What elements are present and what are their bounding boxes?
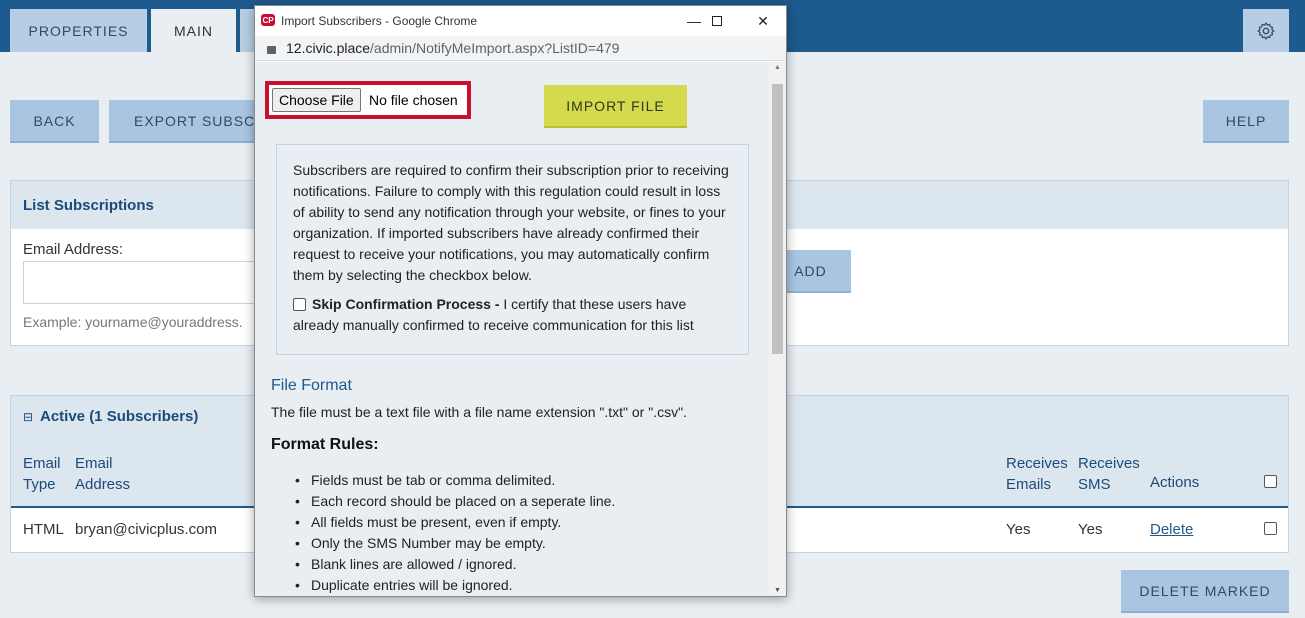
header-email-type: Email Type bbox=[23, 455, 61, 493]
popup-scrollbar[interactable]: ▲ ▼ bbox=[769, 62, 786, 596]
settings-button[interactable] bbox=[1243, 9, 1289, 52]
email-example: Example: yourname@youraddress. bbox=[23, 314, 243, 330]
scroll-down-icon[interactable]: ▼ bbox=[769, 587, 786, 594]
active-title: Active (1 Subscribers) bbox=[40, 408, 199, 425]
list-item: Fields must be tab or comma delimited. bbox=[295, 470, 615, 491]
row-email-type: HTML bbox=[23, 521, 64, 538]
import-subscribers-window: CP Import Subscribers - Google Chrome — … bbox=[254, 5, 787, 597]
url-path: /admin/NotifyMeImport.aspx?ListID=479 bbox=[370, 40, 620, 56]
format-rules-title: Format Rules: bbox=[271, 436, 379, 453]
back-button[interactable]: BACK bbox=[10, 100, 99, 143]
close-button[interactable]: ✕ bbox=[740, 6, 786, 36]
maximize-icon bbox=[712, 16, 722, 26]
header-receives-sms: Receives SMS bbox=[1078, 455, 1140, 493]
lock-icon bbox=[267, 46, 276, 54]
row-email-address: bryan@civicplus.com bbox=[75, 521, 217, 538]
civicplus-logo-icon: CP bbox=[261, 14, 275, 26]
list-item: Blank lines are allowed / ignored. bbox=[295, 554, 615, 575]
help-button[interactable]: HELP bbox=[1203, 100, 1289, 143]
choose-file-button[interactable]: Choose File bbox=[272, 88, 361, 112]
export-subscribers-button[interactable]: EXPORT SUBSCR bbox=[109, 100, 259, 143]
tab-main[interactable]: MAIN bbox=[151, 9, 236, 52]
delete-link[interactable]: Delete bbox=[1150, 521, 1193, 538]
collapse-icon[interactable]: ⊟ bbox=[23, 410, 33, 424]
window-titlebar: CP Import Subscribers - Google Chrome — … bbox=[255, 6, 786, 36]
header-receives-emails: Receives Emails bbox=[1006, 455, 1068, 493]
select-all-checkbox[interactable] bbox=[1264, 475, 1277, 488]
list-item: Each record should be placed on a sepera… bbox=[295, 491, 615, 512]
scrollbar-thumb[interactable] bbox=[772, 84, 783, 354]
tab-properties[interactable]: PROPERTIES bbox=[10, 9, 147, 52]
format-rules-list: Fields must be tab or comma delimited. E… bbox=[295, 470, 615, 596]
list-item: Duplicate entries will be ignored. bbox=[295, 575, 615, 596]
file-picker-highlight: Choose File No file chosen bbox=[265, 81, 471, 119]
header-email-address: Email Address bbox=[75, 455, 131, 493]
list-item: Only the SMS Number may be empty. bbox=[295, 533, 615, 554]
skip-confirmation-checkbox[interactable] bbox=[293, 298, 306, 311]
skip-confirmation-row: Skip Confirmation Process - I certify th… bbox=[293, 294, 732, 336]
delete-marked-button[interactable]: DELETE MARKED bbox=[1121, 570, 1289, 613]
skip-confirmation-label: Skip Confirmation Process - bbox=[312, 296, 500, 312]
header-actions: Actions bbox=[1150, 474, 1200, 491]
email-input[interactable] bbox=[23, 261, 255, 304]
window-title: Import Subscribers - Google Chrome bbox=[281, 14, 478, 28]
email-label: Email Address: bbox=[23, 241, 124, 258]
maximize-button[interactable] bbox=[694, 6, 740, 36]
confirmation-notice: Subscribers are required to confirm thei… bbox=[276, 144, 749, 355]
import-file-button[interactable]: IMPORT FILE bbox=[544, 85, 687, 128]
row-receives-emails: Yes bbox=[1006, 521, 1031, 538]
url-host: 12.civic.place bbox=[286, 40, 371, 56]
file-format-title: File Format bbox=[271, 377, 352, 394]
no-file-label: No file chosen bbox=[369, 92, 458, 108]
notice-text: Subscribers are required to confirm thei… bbox=[293, 162, 729, 283]
popup-content: Choose File No file chosen IMPORT FILE S… bbox=[255, 62, 769, 596]
list-item: All fields must be present, even if empt… bbox=[295, 512, 615, 533]
row-receives-sms: Yes bbox=[1078, 521, 1103, 538]
row-checkbox[interactable] bbox=[1264, 522, 1277, 535]
scroll-up-icon[interactable]: ▲ bbox=[769, 64, 786, 71]
address-bar[interactable]: 12.civic.place/admin/NotifyMeImport.aspx… bbox=[255, 36, 786, 61]
file-format-description: The file must be a text file with a file… bbox=[271, 404, 687, 420]
gear-icon bbox=[1257, 21, 1275, 40]
